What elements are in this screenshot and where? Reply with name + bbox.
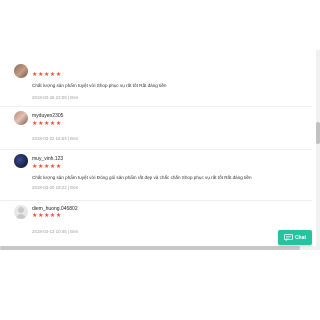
review-author[interactable]: muy_vinh.123 [32, 156, 63, 162]
vertical-scrollbar-thumb[interactable] [316, 122, 320, 144]
chat-button-label: Chat [294, 234, 307, 241]
review-item: myduyen2305 ★★★★★ 2018-03-22 16:54 | Đen [0, 107, 312, 150]
avatar-head-shape [18, 207, 24, 213]
rating-stars: ★★★★★ [32, 213, 62, 219]
user-avatar[interactable] [14, 154, 28, 168]
user-avatar[interactable] [14, 205, 28, 219]
review-item: diem_huong.045802 ★★★★★ 2018-03-13 10:45… [0, 201, 312, 247]
review-meta: 2018-03-20 18:22 | Đen [32, 185, 79, 190]
chat-button[interactable]: Chat [278, 230, 312, 245]
rating-stars: ★★★★★ [32, 72, 62, 78]
reviews-panel: ★★★★★ Chất lượng sản phẩm tuyệt vời Shop… [0, 50, 320, 250]
vertical-scrollbar[interactable] [316, 50, 320, 250]
avatar-body-shape [16, 214, 26, 219]
user-avatar[interactable] [14, 111, 28, 125]
review-author[interactable]: diem_huong.045802 [32, 206, 78, 212]
review-item: muy_vinh.123 ★★★★★ Chất lượng sản phẩm t… [0, 150, 312, 201]
review-author[interactable]: myduyen2305 [32, 113, 63, 119]
rating-stars: ★★★★★ [32, 164, 62, 170]
review-comment: Chất lượng sản phẩm tuyệt vời Shop phục … [32, 83, 167, 88]
user-avatar[interactable] [14, 64, 28, 78]
chat-bubble-icon [284, 234, 293, 241]
review-comment: Chất lượng sản phẩm tuyệt vời Đóng gói s… [32, 175, 252, 180]
review-meta: 2018-03-26 22:05 | Đen [32, 95, 79, 100]
horizontal-scrollbar-thumb[interactable] [0, 246, 300, 250]
review-meta: 2018-03-13 10:45 | Đen [32, 229, 79, 234]
review-item: ★★★★★ Chất lượng sản phẩm tuyệt vời Shop… [0, 50, 312, 107]
horizontal-scrollbar[interactable] [0, 246, 316, 250]
review-meta: 2018-03-22 16:54 | Đen [32, 136, 79, 141]
rating-stars: ★★★★★ [32, 121, 62, 127]
